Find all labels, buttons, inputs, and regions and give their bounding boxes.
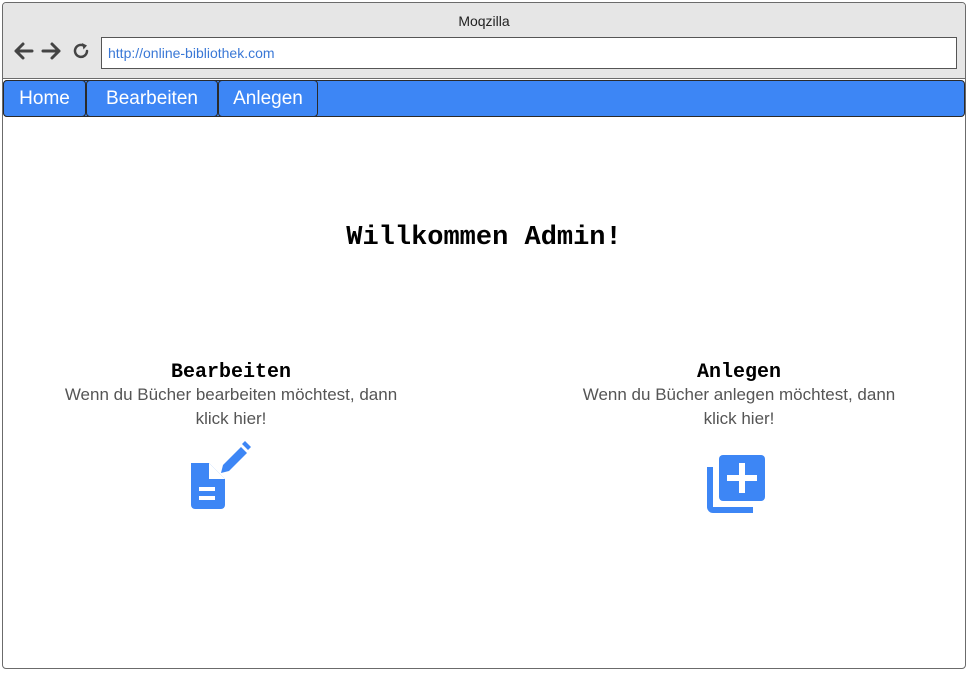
- add-card: Anlegen Wenn du Bücher anlegen möchtest,…: [566, 361, 912, 513]
- back-arrow-icon[interactable]: [11, 39, 35, 63]
- menu-item-anlegen[interactable]: Anlegen: [218, 80, 318, 117]
- add-card-description: Wenn du Bücher anlegen möchtest, dann kl…: [582, 385, 896, 428]
- add-library-icon[interactable]: [707, 455, 765, 518]
- top-menu-bar: Home Bearbeiten Anlegen: [3, 80, 965, 117]
- window-title: Moqzilla: [458, 13, 510, 29]
- add-card-title: Anlegen: [696, 361, 781, 384]
- edit-card-title: Bearbeiten: [170, 361, 292, 384]
- url-bar[interactable]: http://online-bibliothek.com: [101, 37, 957, 69]
- browser-titlebar: Moqzilla http://online-bibliothek.com: [3, 3, 965, 79]
- menu-item-bearbeiten[interactable]: Bearbeiten: [86, 80, 218, 117]
- forward-arrow-icon[interactable]: [40, 39, 64, 63]
- edit-card-description: Wenn du Bücher bearbeiten möchtest, dann…: [64, 385, 398, 428]
- menu-item-home[interactable]: Home: [3, 80, 86, 117]
- edit-document-icon[interactable]: [185, 439, 251, 518]
- edit-card: Bearbeiten Wenn du Bücher bearbeiten möc…: [51, 361, 411, 509]
- reload-icon[interactable]: [69, 39, 93, 63]
- welcome-heading: Willkommen Admin!: [346, 223, 622, 253]
- url-text: http://online-bibliothek.com: [108, 45, 275, 61]
- browser-window: Moqzilla http://online-bibliothek.com Ho…: [2, 2, 966, 669]
